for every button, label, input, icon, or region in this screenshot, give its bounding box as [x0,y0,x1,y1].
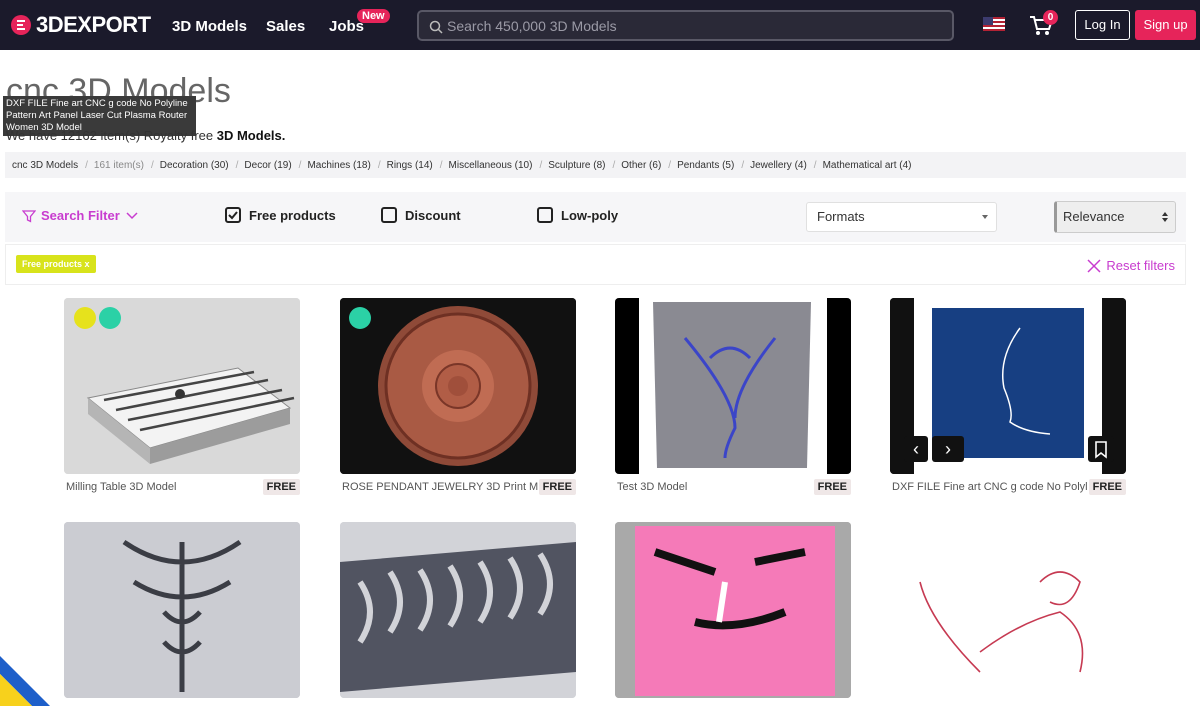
free-products-label: Free products [249,207,336,223]
crumb-pendants[interactable]: Pendants (5) [677,160,734,171]
search-filter-toggle[interactable]: Search Filter [22,208,139,223]
rose-pendant-image [340,298,576,474]
free-products-checkbox[interactable]: Free products [225,207,336,223]
login-button[interactable]: Log In [1075,10,1130,40]
summary-bold: 3D Models. [216,128,286,143]
product-thumbnail[interactable] [64,298,300,474]
3d-model-badge-icon [74,307,96,329]
us-flag-icon[interactable] [983,17,1005,31]
popart-face-image [615,522,851,698]
active-filter-chip[interactable]: Free products x [16,255,96,273]
reset-filters-label: Reset filters [1106,258,1175,273]
next-arrow[interactable]: › [932,436,964,462]
dropdown-arrow-icon [982,215,988,219]
product-price-badge: FREE [1088,479,1126,495]
crumb-other[interactable]: Other (6) [621,160,661,171]
3d-print-badge-icon [99,307,121,329]
chevron-down-icon [126,211,138,219]
crumb-decor[interactable]: Decor (19) [244,160,291,171]
active-filters-row: Free products x Reset filters [5,244,1186,285]
filter-bar: Search Filter Free products Discount Low… [5,192,1186,242]
product-price-badge: FREE [813,479,851,495]
crumb-separator: / [539,159,543,171]
product-thumbnail[interactable] [615,298,851,474]
crumb-rings[interactable]: Rings (14) [387,160,433,171]
search-icon [429,20,443,34]
sort-select[interactable]: Relevance [1054,201,1176,233]
nav-sales[interactable]: Sales [266,18,305,35]
lowpoly-label: Low-poly [561,207,619,223]
product-thumbnail-celtic-tree[interactable] [64,522,300,698]
crumb-jewellery[interactable]: Jewellery (4) [750,160,807,171]
crumb-separator: / [298,159,302,171]
product-thumbnail-pattern-panel[interactable] [340,522,576,698]
results-summary: We have 12162 item(s) Royalty free 3D Mo… [6,128,285,143]
milling-table-image [64,298,300,474]
top-navigation-bar: 3DEXPORT 3D Models Sales Jobs New 0 Log … [0,0,1200,50]
discount-label: Discount [405,207,461,223]
product-name[interactable]: ROSE PENDANT JEWELRY 3D Print Model [342,481,538,493]
search-box[interactable] [417,10,954,41]
crumb-separator: / [377,159,381,171]
nav-3d-models[interactable]: 3D Models [172,18,247,35]
crumb-mathematical-art[interactable]: Mathematical art (4) [823,160,912,171]
site-logo[interactable]: 3DEXPORT [10,12,151,38]
lowpoly-checkbox[interactable]: Low-poly [537,207,618,223]
reset-filters-button[interactable]: Reset filters [1087,258,1175,273]
summary-text: We have 12162 item(s) Royalty free [6,128,217,143]
crumb-separator: / [235,159,239,171]
product-name[interactable]: Test 3D Model [617,481,813,493]
celtic-tree-image [64,522,300,698]
checkbox-checked [225,207,241,223]
formats-dropdown[interactable]: Formats [806,202,997,232]
crumb-separator: / [439,159,443,171]
product-price-badge: FREE [262,479,300,495]
crumb-separator: / [668,159,672,171]
ukraine-ribbon-icon [0,656,50,706]
funnel-icon [22,209,36,223]
logo-text: 3DEXPORT [36,12,151,37]
crumb-separator: / [741,159,745,171]
category-breadcrumbs: cnc 3D Models / 161 item(s) / Decoration (… [5,152,1186,178]
sort-label: Relevance [1063,209,1125,224]
signup-button[interactable]: Sign up [1135,10,1196,40]
new-badge: New [357,9,390,23]
crumb-separator: / [813,159,817,171]
crumb-machines[interactable]: Machines (18) [307,160,370,171]
product-price-badge: FREE [538,479,576,495]
logo-icon [11,15,31,35]
check-icon [228,211,238,220]
close-icon [1087,258,1101,273]
product-name[interactable]: Milling Table 3D Model [66,481,262,493]
product-name[interactable]: DXF FILE Fine art CNC g code No Polyline [892,481,1088,493]
search-filter-label: Search Filter [41,208,120,223]
crumb-decoration[interactable]: Decoration (30) [160,160,229,171]
dragon-image [615,298,851,474]
crumb-cnc[interactable]: cnc 3D Models [12,160,78,171]
pattern-panel-image [340,522,576,698]
sketch-figure-image [890,522,1126,698]
product-thumbnail-sketch[interactable] [890,522,1126,698]
discount-checkbox[interactable]: Discount [381,207,461,223]
bookmark-shape [1095,441,1107,459]
crumb-miscellaneous[interactable]: Miscellaneous (10) [449,160,533,171]
product-thumbnail[interactable]: ‹ › [890,298,1126,474]
crumb-sculpture[interactable]: Sculpture (8) [548,160,605,171]
sort-arrows-icon [1162,212,1168,222]
product-thumbnail-popart[interactable] [615,522,851,698]
checkbox-unchecked [537,207,553,223]
3d-print-badge-icon [349,307,371,329]
crumb-item-count: 161 item(s) [93,159,144,171]
cart-count-badge: 0 [1043,10,1058,25]
checkbox-unchecked [381,207,397,223]
bookmark-icon[interactable] [1088,436,1114,462]
previous-arrow[interactable]: ‹ [904,436,928,462]
formats-label: Formats [817,209,865,224]
crumb-separator: / [150,159,154,171]
crumb-separator: / [612,159,616,171]
crumb-separator: / [85,159,88,171]
product-thumbnail[interactable] [340,298,576,474]
search-input[interactable] [447,12,947,39]
